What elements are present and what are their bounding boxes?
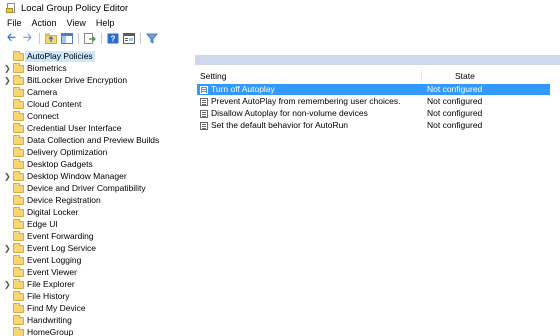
tree-item[interactable]: ❯ Desktop Window Manager xyxy=(0,171,188,182)
folder-icon xyxy=(13,111,24,121)
folder-icon xyxy=(13,123,24,133)
folder-icon xyxy=(13,267,24,277)
tree-item[interactable]: ❯ Biometrics xyxy=(0,63,188,74)
folder-icon xyxy=(13,315,24,325)
menu-view[interactable]: View xyxy=(67,18,86,28)
folder-icon xyxy=(13,135,24,145)
folder-icon xyxy=(13,327,24,336)
folder-icon xyxy=(13,99,24,109)
tree-item[interactable]: Edge UI xyxy=(0,219,188,230)
folder-icon xyxy=(13,279,24,289)
toolbar: 🡠 🡢 ? xyxy=(0,31,560,46)
tree-item[interactable]: Cloud Content xyxy=(0,99,188,110)
policy-row[interactable]: Turn off Autoplay Not configured xyxy=(197,84,550,95)
tree-item[interactable]: Device and Driver Compatibility xyxy=(0,183,188,194)
policy-state: Not configured xyxy=(427,108,483,118)
tree-item[interactable]: AutoPlay Policies xyxy=(0,51,188,62)
window-title: Local Group Policy Editor xyxy=(21,2,129,14)
policy-setting-icon xyxy=(200,122,208,130)
toolbar-separator xyxy=(140,33,141,44)
toolbar-separator xyxy=(78,33,79,44)
up-folder-icon[interactable] xyxy=(44,32,57,45)
chevron-right-icon[interactable]: ❯ xyxy=(4,75,11,86)
group-policy-app-icon xyxy=(6,3,16,13)
tree-item[interactable]: File History xyxy=(0,291,188,302)
policy-setting-icon xyxy=(200,110,208,118)
folder-icon xyxy=(13,207,24,217)
tree-item[interactable]: ❯ File Explorer xyxy=(0,279,188,290)
folder-icon xyxy=(13,51,24,61)
chevron-right-icon[interactable]: ❯ xyxy=(4,171,11,182)
tree-item[interactable]: Credential User Interface xyxy=(0,123,188,134)
tree-item[interactable]: Find My Device xyxy=(0,303,188,314)
details-pane-header-strip xyxy=(195,55,560,65)
policy-row[interactable]: Prevent AutoPlay from remembering user c… xyxy=(197,96,550,107)
toolbar-separator xyxy=(39,33,40,44)
chevron-right-icon[interactable]: ❯ xyxy=(4,63,11,74)
show-hide-tree-icon[interactable] xyxy=(60,32,73,45)
policy-setting-icon xyxy=(200,86,208,94)
tree-item[interactable]: Device Registration xyxy=(0,195,188,206)
column-divider[interactable] xyxy=(421,70,422,82)
policy-name: Disallow Autoplay for non-volume devices xyxy=(211,108,368,118)
toolbar-separator xyxy=(101,33,102,44)
policy-row[interactable]: Disallow Autoplay for non-volume devices… xyxy=(197,108,550,119)
folder-icon xyxy=(13,75,24,85)
policy-name: Set the default behavior for AutoRun xyxy=(211,120,349,130)
properties-icon[interactable] xyxy=(122,32,135,45)
folder-icon xyxy=(13,255,24,265)
menu-help[interactable]: Help xyxy=(96,18,115,28)
folder-icon xyxy=(13,147,24,157)
menu-action[interactable]: Action xyxy=(32,18,57,28)
tree-item[interactable]: Data Collection and Preview Builds xyxy=(0,135,188,146)
folder-icon xyxy=(13,63,24,73)
folder-icon xyxy=(13,231,24,241)
chevron-right-icon[interactable]: ❯ xyxy=(4,279,11,290)
column-header-setting[interactable]: Setting xyxy=(200,71,226,82)
back-arrow-icon[interactable]: 🡠 xyxy=(5,32,18,45)
tree-item[interactable]: Desktop Gadgets xyxy=(0,159,188,170)
tree-item[interactable]: Event Logging xyxy=(0,255,188,266)
tree-item[interactable]: Camera xyxy=(0,87,188,98)
folder-icon xyxy=(13,159,24,169)
help-icon[interactable]: ? xyxy=(106,32,119,45)
folder-icon xyxy=(13,195,24,205)
svg-text:?: ? xyxy=(110,35,115,44)
menu-bar: File Action View Help xyxy=(0,16,124,30)
policy-setting-icon xyxy=(200,98,208,106)
menu-file[interactable]: File xyxy=(7,18,22,28)
policy-row[interactable]: Set the default behavior for AutoRun Not… xyxy=(197,120,550,131)
folder-icon xyxy=(13,219,24,229)
folder-icon xyxy=(13,171,24,181)
policy-name: Turn off Autoplay xyxy=(211,84,275,94)
tree-item[interactable]: ❯ BitLocker Drive Encryption xyxy=(0,75,188,86)
tree-item[interactable]: Handwriting xyxy=(0,315,188,326)
folder-icon xyxy=(13,243,24,253)
policy-state: Not configured xyxy=(427,120,483,130)
tree-item[interactable]: Event Forwarding xyxy=(0,231,188,242)
tree-item[interactable]: Digital Locker xyxy=(0,207,188,218)
filter-icon[interactable] xyxy=(145,32,158,45)
policy-tree: AutoPlay Policies ❯ Biometrics ❯ BitLocker… xyxy=(0,51,188,336)
policy-state: Not configured xyxy=(427,84,483,94)
tree-item[interactable]: HomeGroup xyxy=(0,327,188,336)
title-bar: Local Group Policy Editor xyxy=(0,0,560,16)
policy-name: Prevent AutoPlay from remembering user c… xyxy=(211,96,401,106)
folder-icon xyxy=(13,87,24,97)
tree-item[interactable]: Connect xyxy=(0,111,188,122)
folder-icon xyxy=(13,291,24,301)
forward-arrow-icon[interactable]: 🡢 xyxy=(21,32,34,45)
export-list-icon[interactable] xyxy=(83,32,96,45)
chevron-right-icon[interactable]: ❯ xyxy=(4,243,11,254)
folder-icon xyxy=(13,303,24,313)
tree-item[interactable]: Delivery Optimization xyxy=(0,147,188,158)
tree-item[interactable]: Event Viewer xyxy=(0,267,188,278)
folder-icon xyxy=(13,183,24,193)
tree-item[interactable]: ❯ Event Log Service xyxy=(0,243,188,254)
policy-state: Not configured xyxy=(427,96,483,106)
column-header-state[interactable]: State xyxy=(455,71,475,82)
